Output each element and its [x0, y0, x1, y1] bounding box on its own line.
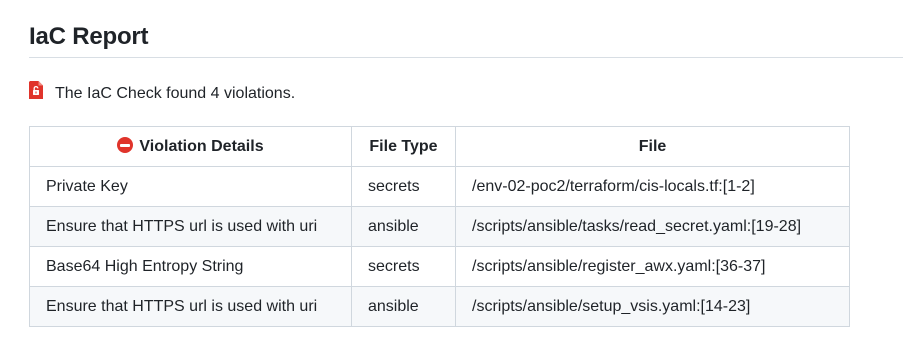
violation-details-cell: Base64 High Entropy String — [29, 246, 352, 287]
file-path-cell: /scripts/ansible/register_awx.yaml:[36-3… — [455, 246, 850, 287]
file-path-cell: /env-02-poc2/terraform/cis-locals.tf:[1-… — [455, 166, 850, 207]
header-file-type: File Type — [351, 126, 456, 167]
header-violation-details: Violation Details — [29, 126, 352, 167]
header-file: File — [455, 126, 850, 167]
summary-text: The IaC Check found 4 violations. — [55, 85, 296, 102]
violation-details-cell: Private Key — [29, 166, 352, 207]
file-type-cell: secrets — [351, 166, 456, 207]
violations-table: Violation Details File Type File Private… — [29, 126, 850, 327]
table-row: Ensure that HTTPS url is used with uri a… — [29, 206, 850, 247]
page-title: IaC Report — [29, 23, 149, 50]
file-path-cell: /scripts/ansible/tasks/read_secret.yaml:… — [455, 206, 850, 247]
file-type-cell: ansible — [351, 286, 456, 327]
file-path-cell: /scripts/ansible/setup_vsis.yaml:[14-23] — [455, 286, 850, 327]
table-row: Ensure that HTTPS url is used with uri a… — [29, 286, 850, 327]
table-header-row: Violation Details File Type File — [29, 126, 850, 167]
violation-summary: The IaC Check found 4 violations. — [29, 80, 295, 108]
table-row: Base64 High Entropy String secrets /scri… — [29, 246, 850, 287]
table-row: Private Key secrets /env-02-poc2/terrafo… — [29, 166, 850, 207]
header-violation-details-label: Violation Details — [139, 138, 264, 155]
file-type-cell: secrets — [351, 246, 456, 287]
violation-details-cell: Ensure that HTTPS url is used with uri — [29, 286, 352, 327]
no-entry-icon — [117, 137, 134, 153]
report-header: IaC Report — [29, 22, 903, 58]
file-type-cell: ansible — [351, 206, 456, 247]
locked-file-icon — [29, 81, 43, 99]
violation-details-cell: Ensure that HTTPS url is used with uri — [29, 206, 352, 247]
